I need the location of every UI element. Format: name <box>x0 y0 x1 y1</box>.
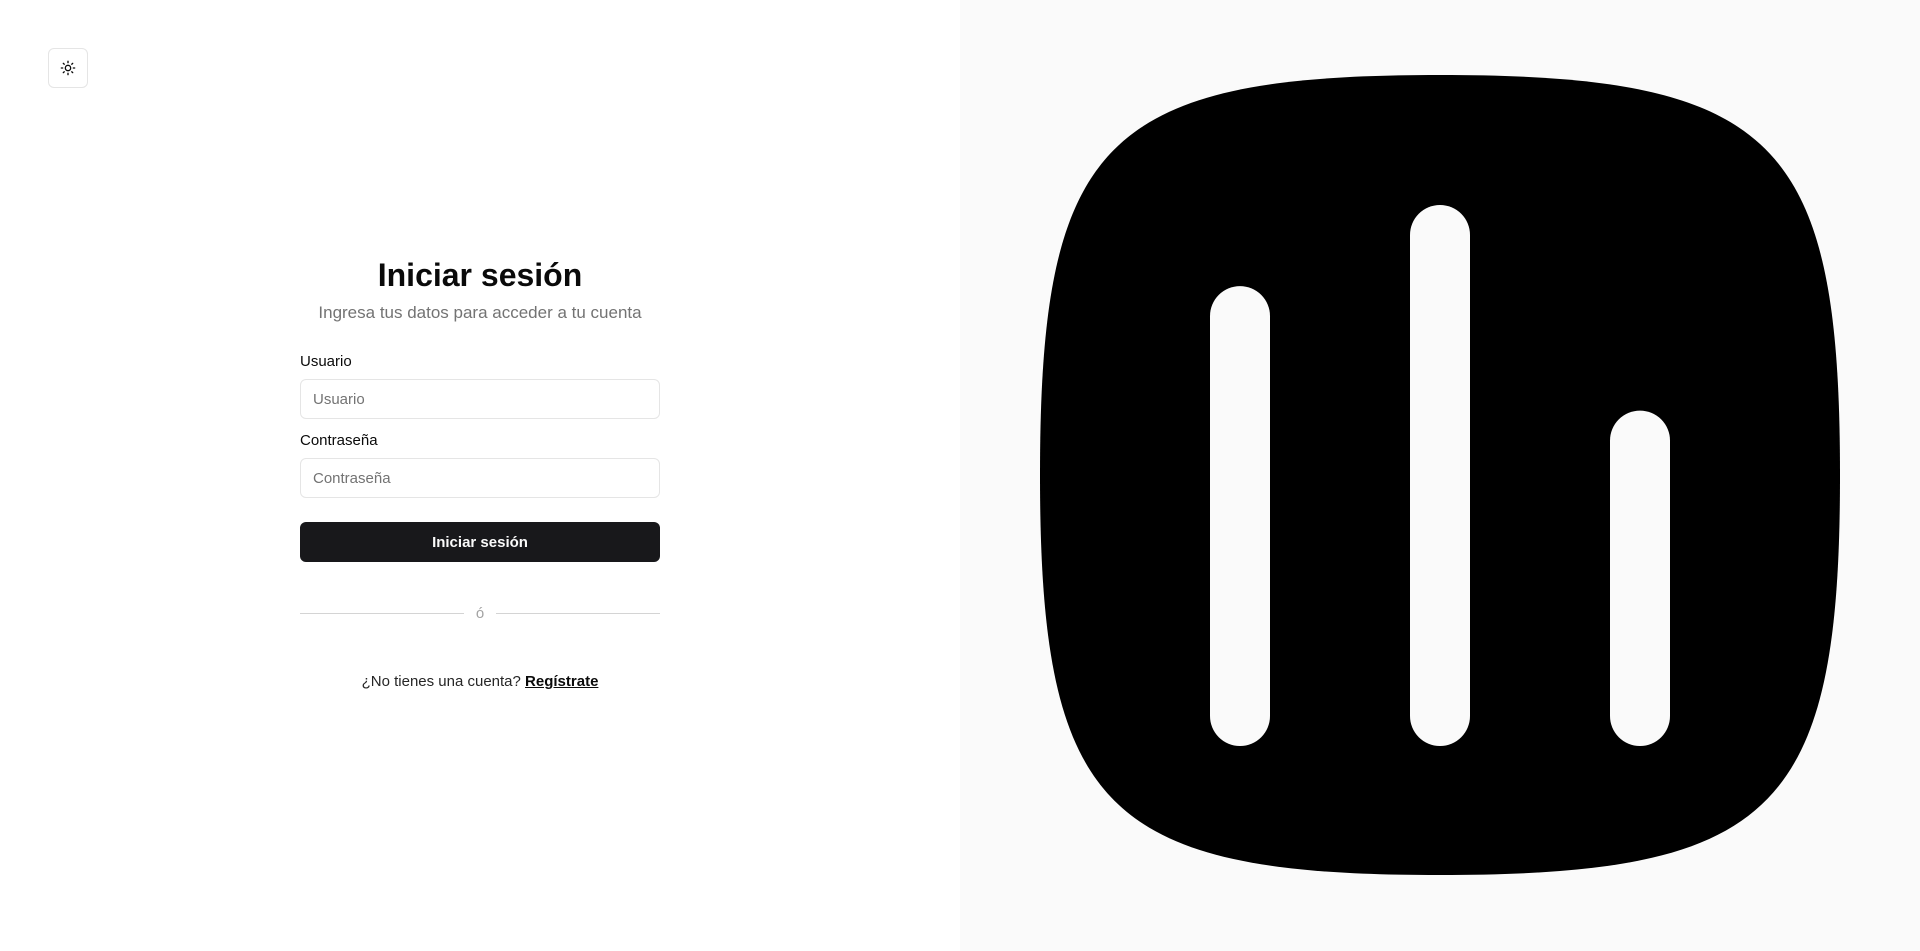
divider-text: ó <box>475 604 485 622</box>
divider-line-left <box>300 612 464 614</box>
signup-row: ¿No tienes una cuenta? Regístrate <box>300 673 660 690</box>
divider-line-right <box>496 612 660 614</box>
logo-bar <box>1610 410 1670 746</box>
password-input[interactable] <box>300 458 660 498</box>
bar-chart-logo-icon <box>1040 75 1840 875</box>
signup-prompt: ¿No tienes una cuenta? <box>361 673 521 690</box>
logo-bar <box>1210 286 1270 746</box>
page-title: Iniciar sesión <box>377 257 583 293</box>
brand-pane <box>960 0 1920 951</box>
password-label: Contraseña <box>300 432 378 449</box>
login-button[interactable]: Iniciar sesión <box>300 522 660 562</box>
login-pane: Iniciar sesión Ingresa tus datos para ac… <box>0 0 960 951</box>
signup-link[interactable]: Regístrate <box>525 673 598 690</box>
login-form: Iniciar sesión Ingresa tus datos para ac… <box>300 256 660 690</box>
page-subtitle: Ingresa tus datos para acceder a tu cuen… <box>318 303 642 322</box>
username-input[interactable] <box>300 379 660 419</box>
theme-toggle-button[interactable] <box>48 48 88 88</box>
username-label: Usuario <box>300 353 352 370</box>
sun-icon <box>60 60 76 76</box>
divider: ó <box>300 603 660 623</box>
logo-bar <box>1410 205 1470 746</box>
